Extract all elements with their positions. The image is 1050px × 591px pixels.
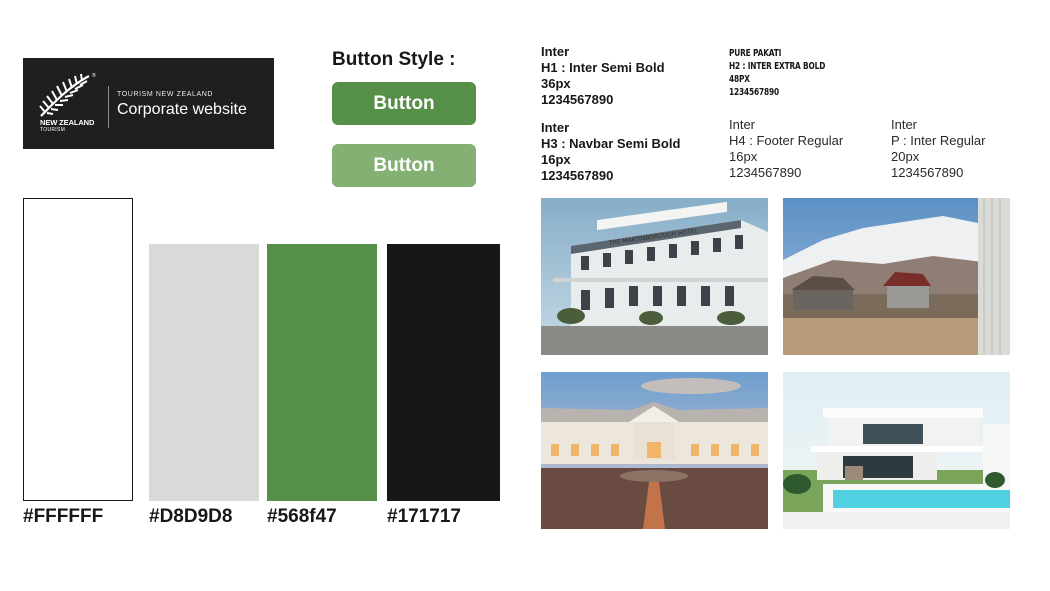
modern-villa-pool-photo bbox=[783, 372, 1010, 529]
primary-button-sample[interactable]: Button bbox=[332, 82, 476, 125]
brand-logo: ® NEW ZEALAND TOURISM TOURISM NEW ZEALAN… bbox=[23, 58, 274, 149]
logo-brand-sub: TOURISM bbox=[40, 127, 66, 133]
button-style-title: Button Style : bbox=[332, 49, 456, 70]
swatch-white bbox=[23, 198, 133, 501]
swatch-grey bbox=[149, 244, 259, 501]
logo-brand-name: NEW ZEALAND bbox=[40, 118, 95, 127]
registered-mark: ® bbox=[92, 73, 96, 79]
h1-font: Inter bbox=[541, 44, 570, 59]
h3-size: 16px bbox=[541, 152, 571, 167]
h3-name: H3 : Navbar Semi Bold bbox=[541, 136, 681, 151]
swatch-label-white: #FFFFFF bbox=[23, 506, 104, 527]
logo-divider bbox=[108, 86, 109, 128]
swatch-label-grey: #D8D9D8 bbox=[149, 506, 233, 527]
h2-name: H2 : INTER EXTRA BOLD bbox=[729, 61, 826, 72]
h2-size: 48PX bbox=[729, 74, 750, 85]
colonial-lodge-photo bbox=[541, 372, 768, 529]
h3-sample: 1234567890 bbox=[541, 168, 614, 183]
silver-fern-icon bbox=[39, 73, 90, 117]
h2-sample: 1234567890 bbox=[729, 87, 780, 98]
logo-large-text: Corporate website bbox=[117, 101, 247, 118]
h1-name: H1 : Inter Semi Bold bbox=[541, 60, 665, 75]
secondary-button-sample[interactable]: Button bbox=[332, 144, 476, 187]
swatch-green bbox=[267, 244, 377, 501]
p-font: Inter bbox=[891, 117, 918, 132]
swatch-label-black: #171717 bbox=[387, 506, 461, 527]
p-size: 20px bbox=[891, 149, 920, 164]
h4-size: 16px bbox=[729, 149, 758, 164]
h3-font: Inter bbox=[541, 120, 570, 135]
h4-font: Inter bbox=[729, 117, 756, 132]
h1-size: 36px bbox=[541, 76, 571, 91]
h4-sample: 1234567890 bbox=[729, 165, 802, 180]
h4-name: H4 : Footer Regular bbox=[729, 133, 844, 148]
p-sample: 1234567890 bbox=[891, 165, 964, 180]
h2-font: PURE PAKATI bbox=[729, 48, 782, 59]
historic-hotel-photo: THE MARTINBOROUGH HOTEL bbox=[541, 198, 768, 355]
logo-small-text: TOURISM NEW ZEALAND bbox=[117, 91, 214, 98]
p-name: P : Inter Regular bbox=[891, 133, 986, 148]
swatch-black bbox=[387, 244, 500, 501]
swatch-label-green: #568f47 bbox=[267, 506, 337, 527]
h1-sample: 1234567890 bbox=[541, 92, 614, 107]
mountain-cottage-photo bbox=[783, 198, 1010, 355]
